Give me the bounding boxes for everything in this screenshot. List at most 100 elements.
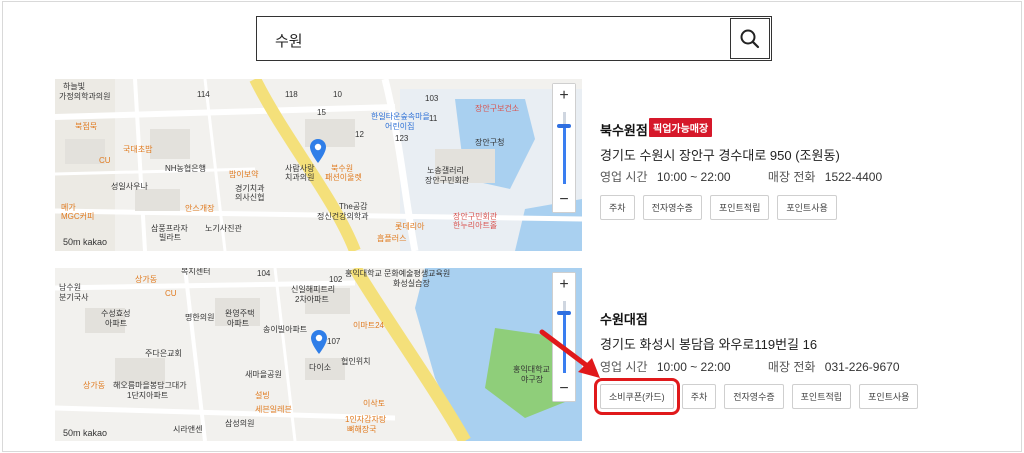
- map-label: 명한의원: [185, 313, 215, 322]
- map-label: 장안구민회관: [425, 176, 470, 185]
- map-label: 수성효성: [101, 309, 131, 318]
- map-label: 치과의원: [285, 173, 315, 182]
- map-label: MGC커피: [61, 212, 95, 221]
- map-label: 어린이집: [385, 122, 415, 131]
- map-label: 안스개장: [185, 204, 215, 213]
- store-name[interactable]: 수원대점: [600, 309, 648, 328]
- map-label: 장안구청: [475, 138, 505, 147]
- annotation-arrow-icon: [539, 329, 600, 378]
- map-label: 분기국사: [59, 293, 89, 302]
- zoom-slider[interactable]: [553, 108, 575, 188]
- phone-label: 매장 전화: [767, 170, 816, 184]
- map-label: 패션이울렛: [325, 173, 362, 182]
- map-label: 15: [317, 108, 326, 117]
- map-label: 상가동: [83, 381, 106, 390]
- map-scale: 50m kakao: [63, 428, 108, 438]
- store-map-2[interactable]: 남수원 분기국사 상가동 CU 복지센터 완영주택 아파트 신일해피트리 2차아…: [55, 268, 582, 441]
- map-label: 빌라트: [159, 233, 182, 242]
- search-input[interactable]: 수원: [275, 30, 303, 51]
- zoom-in-button[interactable]: +: [553, 84, 575, 108]
- phone-value: 031-226-9670: [824, 360, 900, 374]
- map-label: 복지센터: [181, 268, 211, 276]
- map-label: 흡플러스: [377, 234, 407, 243]
- map-label: 노기사진관: [205, 224, 242, 233]
- map-label: CU: [165, 289, 177, 298]
- map-label: 밥이보약: [229, 170, 259, 179]
- tag-parking: 주차: [600, 195, 635, 220]
- store-hours-row: 영업 시간 10:00 ~ 22:00 매장 전화 031-226-9670: [600, 358, 900, 375]
- phone-label: 매장 전화: [767, 360, 816, 374]
- tag-consumption-coupon: 소비쿠폰(카드): [594, 378, 680, 415]
- map-label: 118: [285, 90, 298, 99]
- map-label: 아파트: [227, 319, 250, 328]
- map-label: 11: [429, 114, 438, 123]
- tag-point-use: 포인트사용: [859, 384, 919, 409]
- hours-value: 10:00 ~ 22:00: [656, 360, 731, 374]
- map-label: The공감: [339, 202, 368, 211]
- map-label: 107: [327, 337, 341, 346]
- store-name[interactable]: 북수원점: [600, 120, 648, 139]
- map-scale: 50m kakao: [63, 237, 108, 247]
- map-label: 화성실습장: [393, 279, 430, 288]
- map-label: 103: [425, 94, 439, 103]
- search-bar: 수원: [256, 16, 772, 61]
- store-map-1[interactable]: 하늘빛 가정의학과의원 북점묵 CU 국대초밥 NH농협은행 밥이보약 성일사우…: [55, 79, 582, 251]
- map-label: 123: [395, 134, 409, 143]
- store-hours-row: 영업 시간 10:00 ~ 22:00 매장 전화 1522-4400: [600, 168, 882, 185]
- map-label: 이삭토: [363, 399, 386, 408]
- map-label: 상가동: [135, 275, 158, 284]
- store-pin-icon[interactable]: [311, 330, 327, 354]
- map-label: 아파트: [105, 319, 128, 328]
- map-label: 성일사우나: [111, 182, 148, 191]
- map-label: 12: [355, 130, 364, 139]
- service-tags: 소비쿠폰(카드) 주차 전자영수증 포인트적립 포인트사용: [594, 378, 919, 415]
- map-label: 국대초밥: [123, 145, 153, 154]
- zoom-handle[interactable]: [557, 124, 571, 128]
- store-pin-icon[interactable]: [310, 139, 326, 163]
- map-label: 다이소: [309, 363, 332, 372]
- map-label: 이마트24: [353, 321, 384, 330]
- tag-e-receipt: 전자영수증: [724, 384, 784, 409]
- store-address: 경기도 화성시 봉담읍 와우로119번길 16: [600, 337, 818, 352]
- kakao-logo: kakao: [83, 428, 108, 438]
- map-label: 1단지아파트: [127, 391, 169, 400]
- map-label: 114: [197, 90, 210, 99]
- tag-point-use: 포인트사용: [777, 195, 837, 220]
- pickup-badge: 픽업가능매장: [649, 118, 713, 137]
- zoom-in-button[interactable]: +: [553, 273, 575, 297]
- tag-e-receipt: 전자영수증: [642, 195, 702, 220]
- map-label: 1인자감자탕: [345, 415, 387, 424]
- map-label: 의사신협: [235, 193, 265, 202]
- map-label: 하늘빛: [63, 82, 86, 91]
- map-label: 신일해피트리: [291, 285, 336, 294]
- map-label: 세븐일레븐: [255, 405, 292, 414]
- map-label: 장안구보건소: [475, 104, 520, 113]
- map-label: 102: [329, 275, 343, 284]
- kakao-logo: kakao: [83, 237, 108, 247]
- map-label: 삼성의원: [225, 419, 255, 428]
- map-label: 북점묵: [75, 122, 98, 131]
- hours-value: 10:00 ~ 22:00: [656, 170, 731, 184]
- map-label: CU: [99, 156, 111, 165]
- search-icon: [740, 29, 760, 48]
- map-label: 시라앤센: [173, 425, 203, 434]
- map-label: 완영주택: [225, 309, 255, 318]
- search-button[interactable]: [730, 18, 770, 59]
- map-1-zoom-control: + −: [552, 83, 576, 213]
- map-label: 주다은교회: [145, 349, 182, 358]
- map-label: 설빙: [255, 391, 270, 400]
- store-address: 경기도 수원시 장안구 경수대로 950 (조원동): [600, 148, 840, 163]
- map-label: 가정의학과의원: [59, 92, 111, 101]
- tag-point-earn: 포인트적립: [709, 195, 770, 220]
- phone-value: 1522-4400: [824, 170, 883, 184]
- zoom-out-button[interactable]: −: [553, 188, 575, 212]
- map-label: 협인위치: [341, 357, 371, 366]
- map-label: 노송갤러리: [427, 166, 464, 175]
- tag-parking: 주차: [681, 384, 717, 409]
- map-label: 한누리아트홀: [453, 221, 498, 230]
- map-label: 10: [333, 90, 342, 99]
- map-label: 해오름마을봉담그대가: [113, 381, 187, 390]
- map-label: 정신건강의학과: [317, 212, 369, 221]
- zoom-handle[interactable]: [557, 311, 571, 315]
- map-label: 104: [257, 269, 271, 278]
